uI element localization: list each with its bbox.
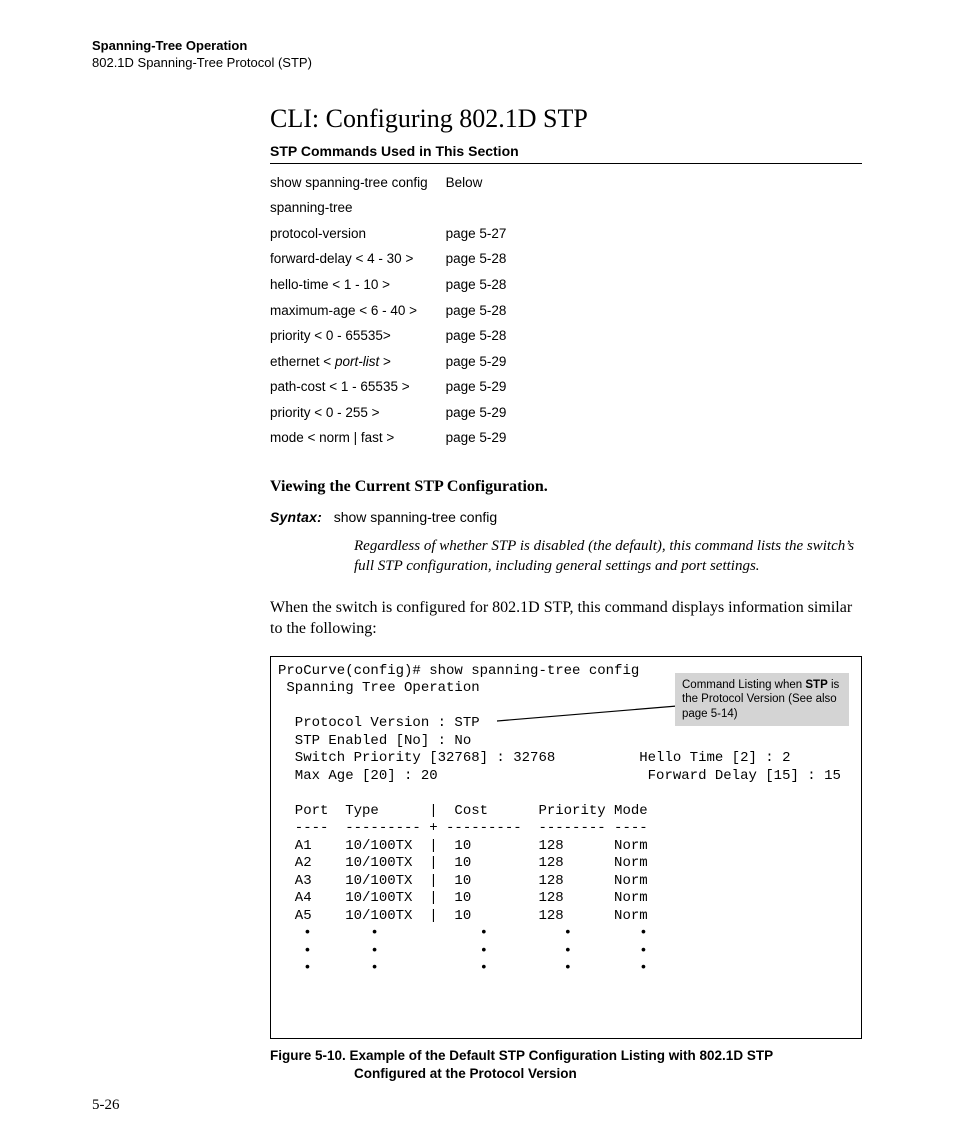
body-paragraph: When the switch is configured for 802.1D… [270, 597, 862, 640]
figure-caption-line1: Figure 5-10. Example of the Default STP … [270, 1048, 773, 1063]
command-page: page 5-29 [446, 400, 525, 426]
syntax-description: Regardless of whether STP is disabled (t… [354, 536, 862, 577]
table-row: protocol-versionpage 5-27 [270, 221, 524, 247]
breadcrumb-section: 802.1D Spanning-Tree Protocol (STP) [92, 55, 312, 70]
command-page: page 5-28 [446, 272, 525, 298]
syntax-label: Syntax: [270, 508, 330, 526]
table-row: path-cost < 1 - 65535 >page 5-29 [270, 374, 524, 400]
command-name: priority < 0 - 255 > [270, 400, 446, 426]
callout-bold: STP [805, 679, 827, 691]
breadcrumb-chapter: Spanning-Tree Operation [92, 38, 862, 55]
table-row: maximum-age < 6 - 40 >page 5-28 [270, 298, 524, 324]
command-name: priority < 0 - 65535> [270, 323, 446, 349]
callout-text-1: Command Listing when [682, 679, 805, 691]
command-page: page 5-28 [446, 323, 525, 349]
table-row: mode < norm | fast >page 5-29 [270, 425, 524, 451]
command-name: spanning-tree [270, 195, 446, 221]
table-row: show spanning-tree configBelow [270, 170, 524, 196]
command-page: page 5-29 [446, 374, 525, 400]
table-row: ethernet < port-list >page 5-29 [270, 349, 524, 375]
table-row: priority < 0 - 65535>page 5-28 [270, 323, 524, 349]
command-page: page 5-28 [446, 246, 525, 272]
figure-caption-line2: Configured at the Protocol Version [270, 1065, 862, 1083]
command-page: page 5-28 [446, 298, 525, 324]
command-name: forward-delay < 4 - 30 > [270, 246, 446, 272]
command-name: mode < norm | fast > [270, 425, 446, 451]
terminal-output: ProCurve(config)# show spanning-tree con… [270, 656, 862, 1040]
command-name: hello-time < 1 - 10 > [270, 272, 446, 298]
table-row: spanning-tree [270, 195, 524, 221]
command-page: page 5-27 [446, 221, 525, 247]
syntax-command: show spanning-tree config [334, 509, 497, 525]
command-name: show spanning-tree config [270, 170, 446, 196]
callout-box: Command Listing when STP is the Protocol… [675, 673, 849, 726]
command-name: maximum-age < 6 - 40 > [270, 298, 446, 324]
table-row: priority < 0 - 255 >page 5-29 [270, 400, 524, 426]
command-name: path-cost < 1 - 65535 > [270, 374, 446, 400]
figure-caption: Figure 5-10. Example of the Default STP … [270, 1047, 862, 1083]
page-number: 5-26 [92, 1096, 120, 1116]
command-page [446, 195, 525, 221]
command-name: ethernet < port-list > [270, 349, 446, 375]
command-name: protocol-version [270, 221, 446, 247]
table-row: hello-time < 1 - 10 >page 5-28 [270, 272, 524, 298]
command-page: page 5-29 [446, 425, 525, 451]
syntax-row: Syntax: show spanning-tree config [270, 508, 862, 529]
command-page: Below [446, 170, 525, 196]
table-row: forward-delay < 4 - 30 >page 5-28 [270, 246, 524, 272]
running-head: Spanning-Tree Operation 802.1D Spanning-… [92, 38, 862, 72]
commands-section-label: STP Commands Used in This Section [270, 142, 862, 164]
viewing-config-heading: Viewing the Current STP Configuration. [270, 477, 862, 498]
page-title: CLI: Configuring 802.1D STP [270, 102, 862, 136]
commands-table: show spanning-tree configBelowspanning-t… [270, 170, 524, 451]
command-page: page 5-29 [446, 349, 525, 375]
